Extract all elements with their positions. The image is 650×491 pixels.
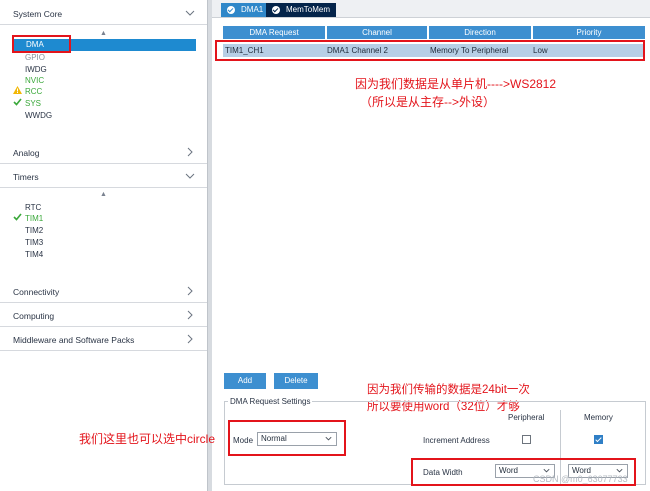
watermark: CSDN @m0_63077733 [533,474,628,484]
category-title: Computing [13,311,55,321]
column-header-direction[interactable]: Direction [429,26,531,39]
column-label-peripheral: Peripheral [508,413,545,422]
column-header-priority[interactable]: Priority [533,26,645,39]
settings-group-title: DMA Request Settings [228,397,313,406]
category-title: System Core [13,9,63,19]
sidebar-item-tim1[interactable]: TIM1 [13,213,43,225]
chevron-right-icon[interactable] [185,334,195,344]
category-middleware[interactable]: Middleware and Software Packs [0,329,207,351]
checkmark-icon [13,98,25,110]
category-title: Timers [13,172,39,182]
chevron-down-icon[interactable] [185,171,195,181]
sidebar-item-label: TIM1 [25,214,44,223]
annotation-highlight-mode [228,420,346,456]
category-title: Analog [13,148,40,158]
right-panel: DMA1 MemToMem DMA Request Channel Direct… [212,0,650,491]
delete-button[interactable]: Delete [274,373,318,389]
sidebar-item-label: SYS [25,99,42,108]
category-computing[interactable]: Computing [0,305,207,327]
category-timers[interactable]: Timers [0,166,207,188]
sidebar-item-label: WWDG [25,111,53,120]
sort-ascending-icon[interactable]: ▲ [100,30,107,37]
sidebar-item-gpio[interactable]: GPIO [13,52,45,64]
column-header-dma-request[interactable]: DMA Request [223,26,325,39]
increment-address-label: Increment Address [423,436,490,445]
category-title: Middleware and Software Packs [13,335,135,345]
annotation-highlight-dma [12,35,71,53]
tab-label: MemToMem [286,5,331,14]
category-connectivity[interactable]: Connectivity [0,281,207,303]
annotation-direction-line2: （所以是从主存-->外设） [360,95,496,109]
chevron-right-icon[interactable] [185,286,195,296]
tab-label: DMA1 [241,5,264,14]
sidebar-item-label: NVIC [25,76,45,85]
annotation-width-line1: 因为我们传输的数据是24bit一次 [367,384,530,396]
tab-bar: DMA1 MemToMem [212,0,650,18]
add-button[interactable]: Add [224,373,266,389]
tab-dma1[interactable]: DMA1 [221,3,270,17]
category-analog[interactable]: Analog [0,142,207,164]
check-circle-icon [227,6,235,14]
sort-ascending-icon[interactable]: ▲ [100,191,107,198]
annotation-mode-circle: 我们这里也可以选中circle [79,432,216,446]
category-system-core[interactable]: System Core [0,3,207,25]
category-title: Connectivity [13,287,60,297]
column-label-memory: Memory [584,413,613,422]
sidebar-item-tim2[interactable]: TIM2 [13,225,43,237]
sidebar-item-label: TIM4 [25,250,44,259]
sidebar-item-label: TIM2 [25,226,44,235]
sidebar-item-rcc[interactable]: RCC [13,86,42,98]
sidebar-item-label: IWDG [25,65,47,74]
sidebar-item-sys[interactable]: SYS [13,98,41,110]
sidebar-item-tim4[interactable]: TIM4 [13,249,43,261]
sidebar-item-label: GPIO [25,53,46,62]
left-panel: System Core ▲ DMA GPIO IWDG NVIC RCC SYS… [0,0,207,491]
checkmark-icon [13,213,25,225]
check-circle-icon [272,6,280,14]
chevron-right-icon[interactable] [185,310,195,320]
annotation-highlight-row [215,40,645,61]
increment-peripheral-checkbox[interactable] [522,435,531,444]
dma-request-table-header: DMA Request Channel Direction Priority [223,26,645,39]
annotation-direction-line1: 因为我们数据是从单片机---->WS2812 [355,77,557,91]
chevron-right-icon[interactable] [185,147,195,157]
sidebar-item-wwdg[interactable]: WWDG [13,110,52,122]
column-header-channel[interactable]: Channel [327,26,427,39]
tab-memtomem[interactable]: MemToMem [266,3,337,17]
sidebar-item-label: RCC [25,87,43,96]
chevron-down-icon[interactable] [185,8,195,18]
sidebar-item-label: TIM3 [25,238,44,247]
increment-memory-checkbox[interactable] [594,435,603,444]
sidebar-item-label: RTC [25,203,42,212]
warning-icon [13,86,25,98]
sidebar-item-tim3[interactable]: TIM3 [13,237,43,249]
